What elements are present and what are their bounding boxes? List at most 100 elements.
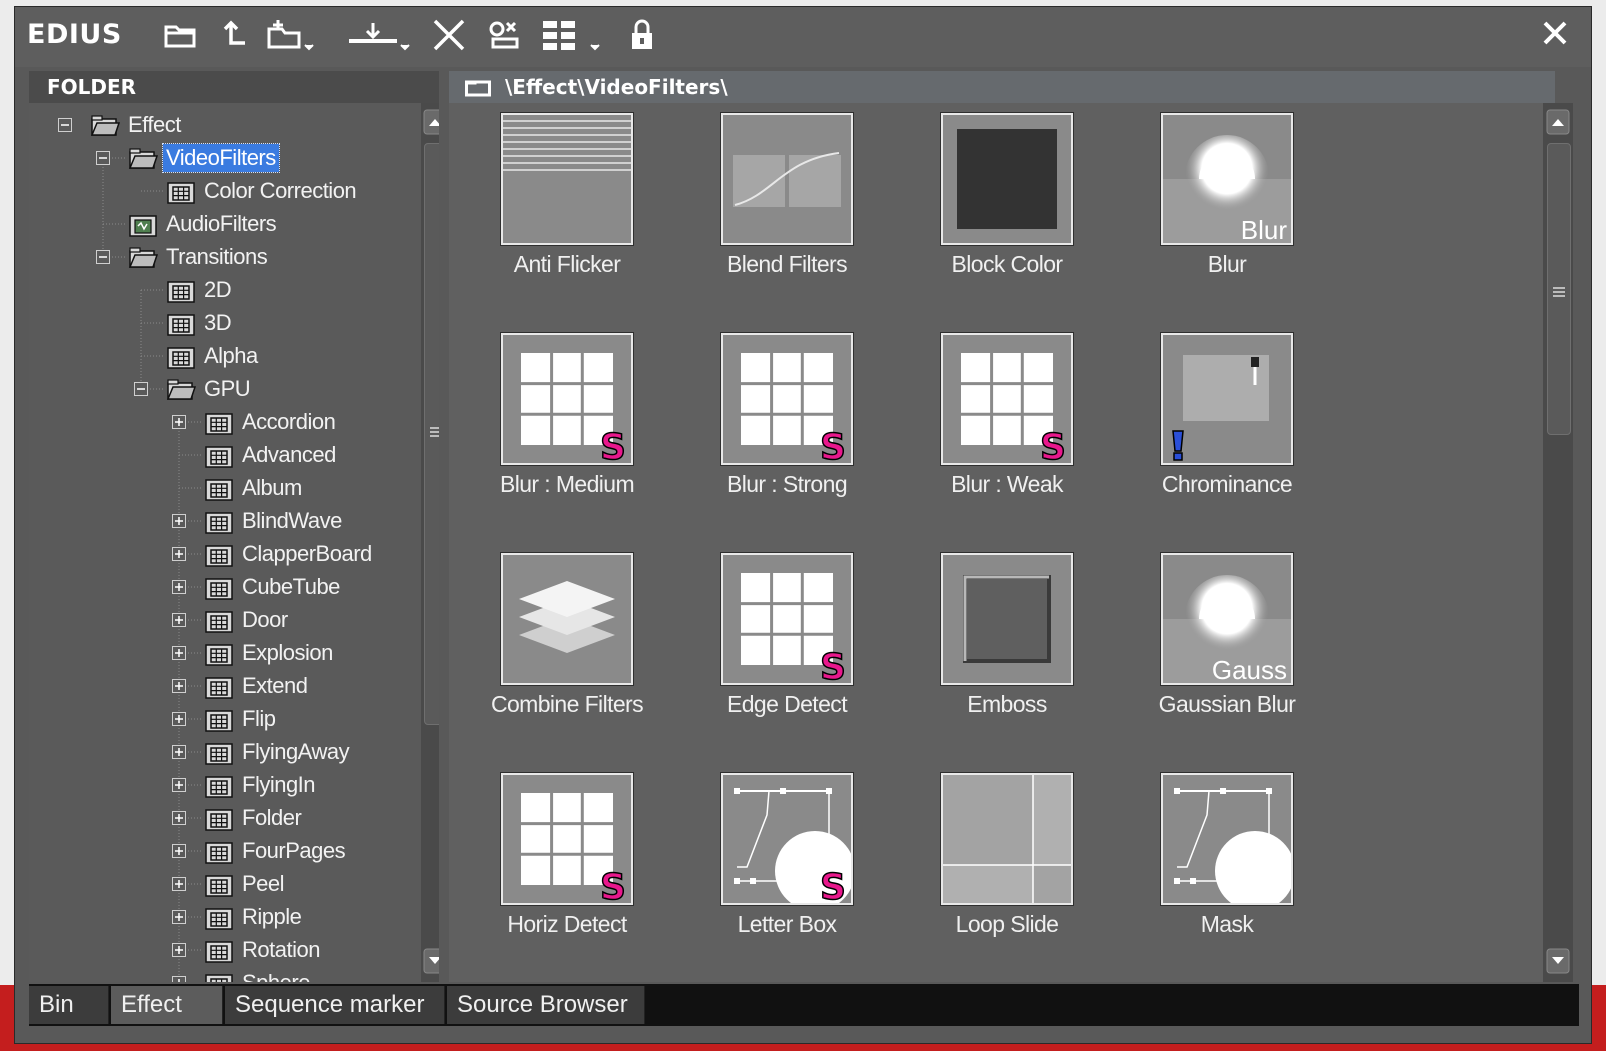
effect-thumbnail[interactable]: S	[940, 332, 1074, 466]
effect-thumbnail[interactable]	[1160, 772, 1294, 906]
effect-thumbnail[interactable]	[720, 112, 854, 246]
effect-item-edge-detect[interactable]: S Edge Detect	[681, 545, 881, 735]
tree-item-transitions[interactable]: Transitions	[127, 241, 270, 273]
tree-item-clapperboard[interactable]: ClapperBoard	[203, 538, 375, 570]
expand-icon[interactable]	[172, 646, 186, 660]
expand-icon[interactable]	[172, 613, 186, 627]
tree-scroll-thumb[interactable]	[424, 143, 439, 725]
collapse-icon[interactable]	[58, 118, 72, 132]
new-folder-icon[interactable]	[263, 17, 323, 55]
tree-item-flip[interactable]: Flip	[203, 703, 278, 735]
grid-scroll-thumb[interactable]	[1547, 143, 1571, 435]
effect-thumbnail[interactable]: Gauss	[1160, 552, 1294, 686]
effect-thumbnail[interactable]	[940, 772, 1074, 906]
effect-thumbnail[interactable]	[1160, 332, 1294, 466]
effect-item-blur-weak[interactable]: S Blur : Weak	[901, 325, 1101, 515]
effect-thumbnail[interactable]	[500, 552, 634, 686]
expand-icon[interactable]	[172, 745, 186, 759]
effect-item-blend-filters[interactable]: Blend Filters	[681, 105, 881, 295]
effect-thumbnail[interactable]	[940, 112, 1074, 246]
effect-item-combine-filters[interactable]: Combine Filters	[461, 545, 661, 735]
tree-item-explosion[interactable]: Explosion	[203, 637, 336, 669]
collapse-icon[interactable]	[134, 382, 148, 396]
scroll-down-arrow[interactable]	[423, 948, 439, 974]
tree-item-videofilters[interactable]: VideoFilters	[127, 142, 280, 174]
effects-grid[interactable]: Anti Flicker Blend Filters Block Color Blur…	[449, 103, 1573, 982]
expand-icon[interactable]	[172, 844, 186, 858]
grid-scrollbar[interactable]	[1543, 103, 1573, 982]
scroll-up-arrow[interactable]	[423, 109, 439, 135]
effect-thumbnail[interactable]: Blur	[1160, 112, 1294, 246]
effect-item-anti-flicker[interactable]: Anti Flicker	[461, 105, 661, 295]
effect-thumbnail[interactable]: S	[500, 772, 634, 906]
tree-item-blindwave[interactable]: BlindWave	[203, 505, 345, 537]
expand-icon[interactable]	[172, 778, 186, 792]
collapse-icon[interactable]	[96, 151, 110, 165]
tree-item-folder[interactable]: Folder	[203, 802, 304, 834]
expand-icon[interactable]	[172, 580, 186, 594]
effect-item-horiz-detect[interactable]: S Horiz Detect	[461, 765, 661, 955]
folder-tree[interactable]: Effect VideoFilters Color Correction AudioF…	[29, 103, 439, 982]
tree-item-cubetube[interactable]: CubeTube	[203, 571, 343, 603]
tree-item-extend[interactable]: Extend	[203, 670, 311, 702]
scroll-up-arrow[interactable]	[1546, 109, 1570, 135]
expand-icon[interactable]	[172, 514, 186, 528]
tab-bin[interactable]: Bin	[29, 986, 109, 1024]
effect-thumbnail[interactable]	[500, 112, 634, 246]
tree-item-rotation[interactable]: Rotation	[203, 934, 323, 966]
tree-item-alpha[interactable]: Alpha	[165, 340, 261, 372]
tree-item-3d[interactable]: 3D	[165, 307, 234, 339]
effect-item-gaussian-blur[interactable]: Gauss Gaussian Blur	[1121, 545, 1321, 735]
lock-icon[interactable]	[627, 17, 657, 55]
folder-icon[interactable]	[160, 17, 200, 55]
effect-thumbnail[interactable]: S	[720, 772, 854, 906]
expand-icon[interactable]	[172, 679, 186, 693]
effect-item-loop-slide[interactable]: Loop Slide	[901, 765, 1101, 955]
expand-icon[interactable]	[172, 877, 186, 891]
collapse-icon[interactable]	[96, 250, 110, 264]
tree-scrollbar[interactable]	[421, 103, 439, 982]
effect-item-mask[interactable]: Mask	[1121, 765, 1321, 955]
tree-item-peel[interactable]: Peel	[203, 868, 287, 900]
expand-icon[interactable]	[172, 547, 186, 561]
tree-item-ripple[interactable]: Ripple	[203, 901, 304, 933]
tree-item-door[interactable]: Door	[203, 604, 291, 636]
tree-item-sphere[interactable]: Sphere	[203, 967, 313, 982]
tab-effect[interactable]: Effect	[111, 986, 223, 1024]
expand-icon[interactable]	[172, 811, 186, 825]
tree-item-color-correction[interactable]: Color Correction	[165, 175, 359, 207]
effect-item-block-color[interactable]: Block Color	[901, 105, 1101, 295]
properties-icon[interactable]	[485, 17, 525, 55]
up-folder-icon[interactable]	[215, 17, 251, 55]
tab-source-browser[interactable]: Source Browser	[447, 986, 645, 1024]
expand-icon[interactable]	[172, 415, 186, 429]
expand-icon[interactable]	[172, 910, 186, 924]
effect-item-emboss[interactable]: Emboss	[901, 545, 1101, 735]
tree-item-flyingaway[interactable]: FlyingAway	[203, 736, 352, 768]
delete-icon[interactable]	[429, 17, 469, 55]
close-button[interactable]	[1537, 15, 1573, 51]
tree-item-accordion[interactable]: Accordion	[203, 406, 338, 438]
effect-item-letter-box[interactable]: S Letter Box	[681, 765, 881, 955]
tree-item-effect[interactable]: Effect	[89, 109, 184, 141]
tree-item-fourpages[interactable]: FourPages	[203, 835, 348, 867]
effect-thumbnail[interactable]	[940, 552, 1074, 686]
tree-item-album[interactable]: Album	[203, 472, 305, 504]
expand-icon[interactable]	[172, 712, 186, 726]
effect-thumbnail[interactable]: S	[720, 332, 854, 466]
view-mode-icon[interactable]	[539, 17, 615, 55]
tree-item-gpu[interactable]: GPU	[165, 373, 253, 405]
import-icon[interactable]	[345, 17, 421, 55]
tree-item-advanced[interactable]: Advanced	[203, 439, 339, 471]
effect-thumbnail[interactable]: S	[500, 332, 634, 466]
effect-item-blur-medium[interactable]: S Blur : Medium	[461, 325, 661, 515]
tree-item-flyingin[interactable]: FlyingIn	[203, 769, 318, 801]
tree-item-audiofilters[interactable]: AudioFilters	[127, 208, 279, 240]
tree-item-2d[interactable]: 2D	[165, 274, 234, 306]
scroll-down-arrow[interactable]	[1546, 948, 1570, 974]
expand-icon[interactable]	[172, 943, 186, 957]
effect-thumbnail[interactable]: S	[720, 552, 854, 686]
effect-item-chrominance[interactable]: Chrominance	[1121, 325, 1321, 515]
expand-icon[interactable]	[172, 976, 186, 982]
effect-item-blur[interactable]: Blur Blur	[1121, 105, 1321, 295]
